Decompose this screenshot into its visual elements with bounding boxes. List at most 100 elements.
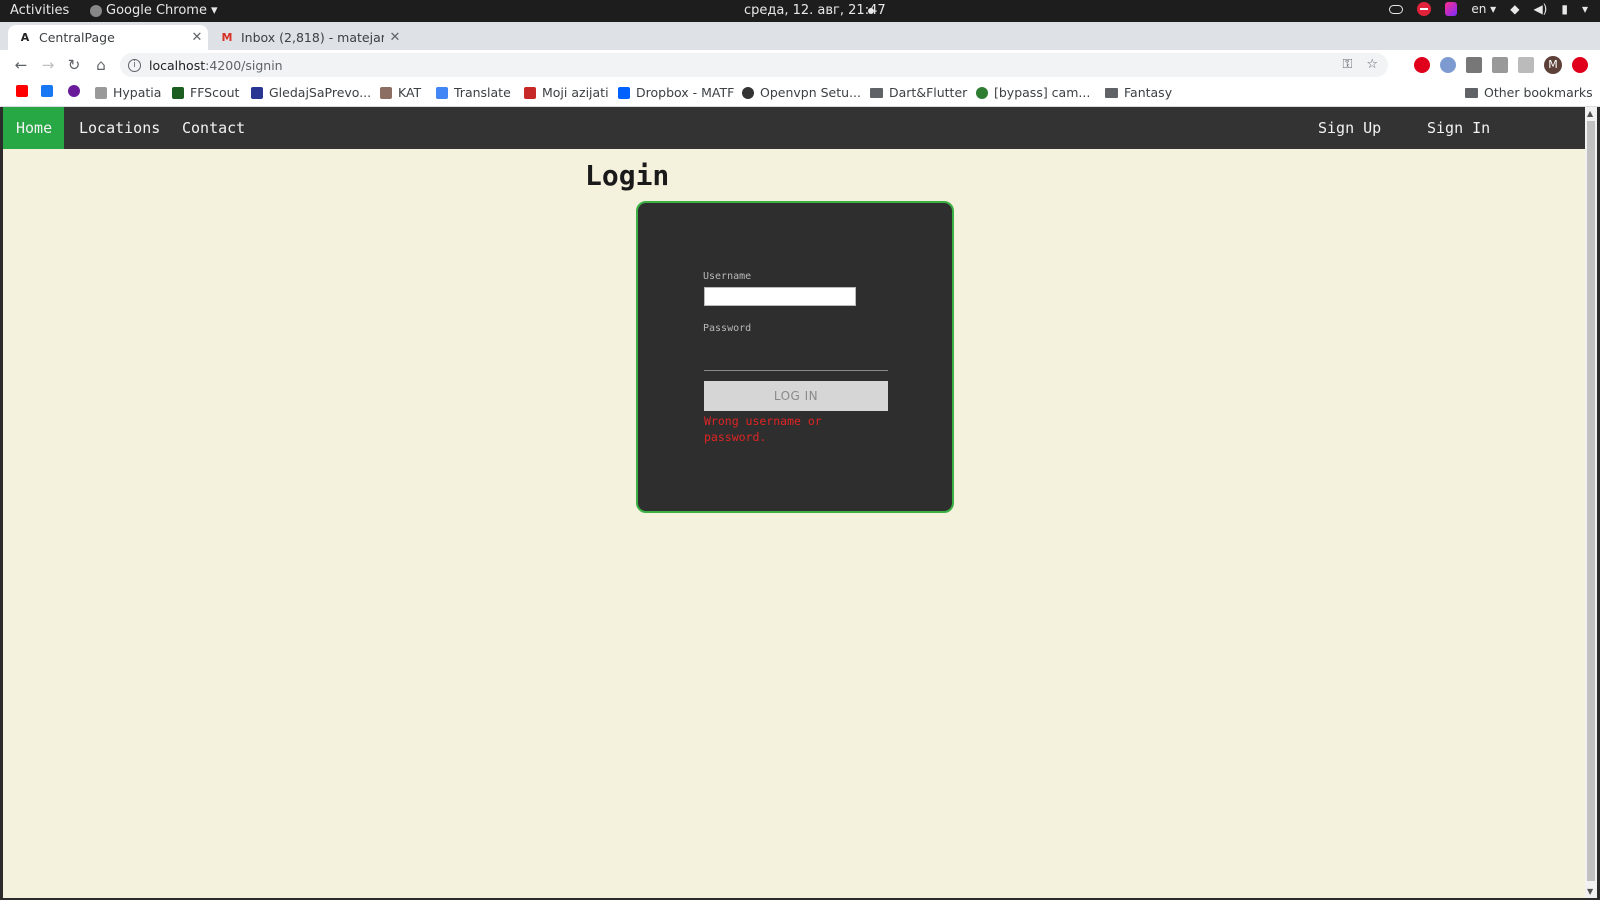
folder-icon (1465, 87, 1478, 98)
bookmark-label: KAT (398, 85, 422, 100)
cloud-icon[interactable] (1389, 4, 1404, 14)
youtube-icon (16, 85, 28, 97)
bookmark-kat[interactable]: KAT (380, 85, 421, 100)
system-tray[interactable]: en ▾ ◆ ◀) ▮ ▾ (1389, 2, 1588, 16)
forward-icon[interactable]: → (38, 55, 58, 75)
bookmark-ffscout[interactable]: FFScout (172, 85, 239, 100)
bookmark-translate[interactable]: Translate (436, 85, 511, 100)
battery-icon[interactable]: ▮ (1561, 2, 1568, 16)
bookmark-hypatia[interactable]: Hypatia (95, 85, 161, 100)
url-path: :4200/signin (205, 57, 283, 73)
bookmark-label: [bypass] cam... (994, 85, 1091, 100)
moji-icon (524, 86, 536, 99)
language-label: en (1471, 2, 1487, 16)
translate-icon (436, 86, 448, 99)
os-top-bar: Activities Google Chrome ▾ среда, 12. ав… (0, 0, 1600, 22)
bookmarks-bar: Hypatia FFScout GledajSaPrevo... KAT Tra… (0, 80, 1600, 107)
username-input[interactable] (704, 287, 856, 306)
ffscout-icon (172, 86, 184, 99)
login-button[interactable]: LOG IN (704, 381, 888, 411)
extension-icon[interactable] (1492, 57, 1508, 73)
close-tab-icon[interactable]: ✕ (384, 30, 406, 45)
page-title: Login (585, 159, 670, 192)
nav-sign-in[interactable]: Sign In (1414, 107, 1503, 149)
nav-locations[interactable]: Locations (66, 107, 173, 149)
error-message: Wrong username or password. (704, 414, 822, 444)
home-icon[interactable]: ⌂ (91, 55, 111, 75)
app-icon (68, 85, 80, 97)
bookmark-openvpn[interactable]: Openvpn Setu... (742, 85, 861, 100)
kat-icon (380, 86, 392, 99)
star-icon[interactable]: ☆ (1366, 57, 1378, 72)
wifi-icon[interactable]: ◆ (1510, 2, 1519, 16)
info-icon[interactable]: i (128, 58, 141, 72)
scroll-down-icon[interactable]: ▼ (1587, 887, 1593, 896)
nav-home[interactable]: Home (3, 107, 64, 149)
other-bookmarks[interactable]: Other bookmarks (1465, 85, 1593, 100)
bookmark-label: Other bookmarks (1484, 85, 1593, 100)
activities-button[interactable]: Activities (10, 3, 69, 18)
bookmark-label: FFScout (190, 85, 240, 100)
bookmark-folder-fantasy[interactable]: Fantasy (1105, 85, 1172, 100)
bookmark-app[interactable] (68, 85, 80, 97)
url-host: localhost (149, 57, 206, 73)
tab-title: CentralPage (39, 30, 115, 45)
app-indicator-icon[interactable] (1445, 2, 1458, 16)
media-control-icon[interactable] (1518, 57, 1534, 73)
do-not-disturb-icon[interactable] (1417, 2, 1432, 16)
bookmark-label: Openvpn Setu... (760, 85, 861, 100)
bookmark-bypass[interactable]: [bypass] cam... (976, 85, 1090, 100)
bookmark-moji[interactable]: Moji azijati (524, 85, 609, 100)
angular-icon: A (20, 31, 30, 44)
notification-dot (868, 8, 874, 14)
clock[interactable]: среда, 12. авг, 21:47 (744, 3, 886, 18)
bookmark-facebook[interactable] (41, 85, 53, 97)
bookmark-label: Hypatia (113, 85, 162, 100)
caret-down-icon[interactable]: ▾ (1582, 2, 1588, 16)
bookmark-youtube[interactable] (16, 85, 28, 97)
openvpn-icon (742, 86, 754, 99)
omnibox-actions: ⚿ ☆ (1342, 57, 1378, 72)
dropbox-icon (618, 86, 630, 99)
tab-centralpage[interactable]: A CentralPage ✕ (8, 25, 208, 50)
bookmark-gledaj[interactable]: GledajSaPrevo... (251, 85, 371, 100)
tab-inbox[interactable]: M Inbox (2,818) - matejarkvc ✕ (210, 25, 406, 50)
tab-title: Inbox (2,818) - matejarkvc (241, 30, 384, 45)
language-indicator[interactable]: en ▾ (1471, 2, 1496, 16)
bookmark-label: GledajSaPrevo... (269, 85, 372, 100)
folder-icon (1105, 87, 1118, 98)
bookmark-label: Dart&Flutter (889, 85, 968, 100)
update-icon[interactable] (1572, 57, 1588, 73)
app-menu[interactable]: Google Chrome ▾ (90, 3, 218, 18)
gmail-icon: M (221, 31, 233, 44)
bookmark-dropbox[interactable]: Dropbox - MATF (618, 85, 734, 100)
volume-icon[interactable]: ◀) (1533, 2, 1547, 16)
nav-sign-up[interactable]: Sign Up (1305, 107, 1394, 149)
opera-ext-icon[interactable] (1414, 57, 1430, 73)
scroll-up-icon[interactable]: ▲ (1587, 109, 1593, 118)
scrollbar[interactable]: ▲ ▼ (1585, 107, 1597, 898)
page-viewport: Home Locations Contact Sign Up Sign In L… (3, 107, 1585, 898)
profile-avatar[interactable]: M (1544, 56, 1562, 74)
back-icon[interactable]: ← (11, 55, 31, 75)
bookmark-folder-dart[interactable]: Dart&Flutter (870, 85, 967, 100)
nav-contact[interactable]: Contact (169, 107, 258, 149)
password-input[interactable] (704, 341, 888, 371)
folder-icon (870, 87, 883, 98)
bookmark-label: Dropbox - MATF (636, 85, 735, 100)
reload-icon[interactable]: ↻ (64, 55, 84, 75)
app-menu-label: Google Chrome (106, 3, 207, 18)
scrollbar-thumb[interactable] (1587, 121, 1595, 881)
bookmark-label: Fantasy (1124, 85, 1173, 100)
browser-toolbar: ← → ↻ ⌂ i localhost:4200/signin ⚿ ☆ M (0, 50, 1600, 80)
key-icon[interactable]: ⚿ (1342, 57, 1352, 72)
address-bar[interactable]: i localhost:4200/signin ⚿ ☆ (120, 53, 1388, 77)
hypatia-icon (95, 86, 107, 99)
login-form: Username Password LOG IN Wrong username … (636, 201, 954, 513)
extension-icon[interactable] (1440, 57, 1456, 73)
chrome-icon (90, 4, 102, 17)
close-tab-icon[interactable]: ✕ (186, 30, 208, 45)
caret-down-icon: ▾ (210, 3, 218, 18)
extension-icon[interactable] (1466, 57, 1482, 73)
extensions-area: M (1414, 56, 1588, 74)
